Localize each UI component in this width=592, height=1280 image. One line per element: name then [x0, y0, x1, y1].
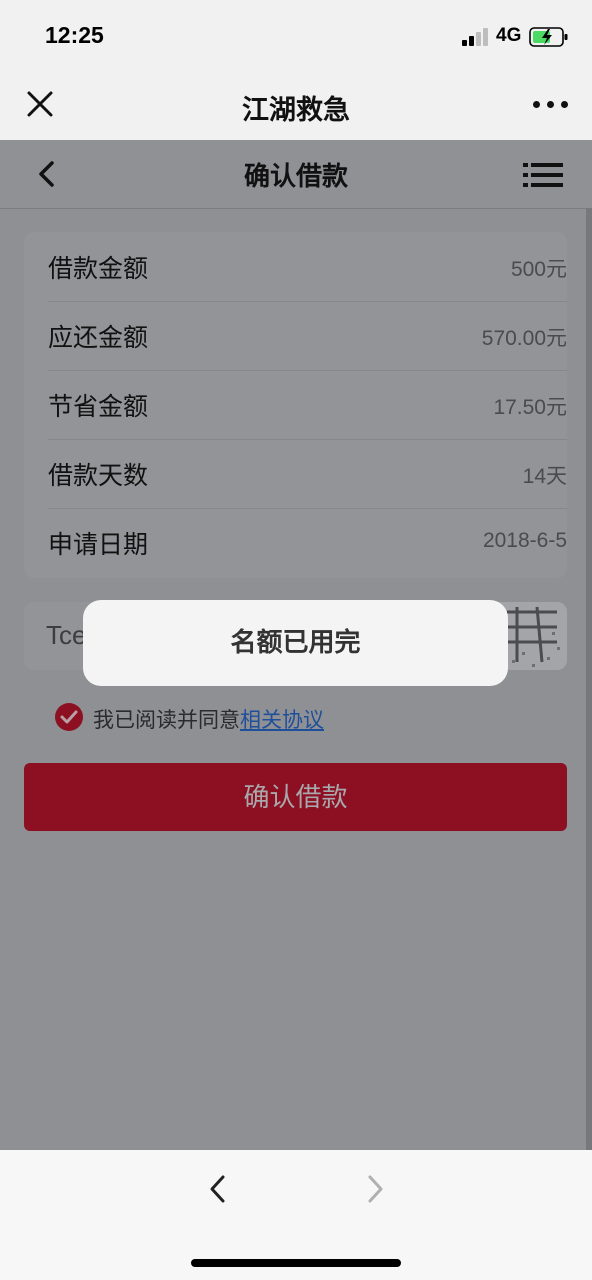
status-bar: 12:25 4G [0, 0, 592, 72]
row-saved-amount: 节省金额 17.50元 [48, 370, 567, 440]
menu-list-icon[interactable] [523, 162, 563, 188]
row-apply-date: 申请日期 2018-6-5 [48, 508, 567, 577]
home-indicator[interactable] [191, 1259, 401, 1267]
row-repay-amount: 应还金额 570.00元 [48, 301, 567, 371]
row-value: 500元 [510, 258, 567, 281]
agreement-text: 我已阅读并同意相关协议 [93, 704, 324, 734]
webview-title: 江湖救急 [242, 95, 350, 126]
nav-back-icon[interactable] [207, 1174, 229, 1204]
checkbox-checked-icon[interactable] [55, 703, 83, 731]
row-value: 2018-6-5 [482, 529, 567, 552]
scrollbar [586, 208, 592, 1150]
row-label: 应还金额 [48, 323, 149, 352]
row-label: 借款金额 [48, 254, 149, 283]
browser-bottom-bar [0, 1150, 592, 1280]
confirm-loan-button[interactable]: 确认借款 [24, 763, 567, 831]
agreement-label: 我已阅读并同意 [93, 708, 240, 732]
row-loan-days: 借款天数 14天 [48, 439, 567, 509]
row-value: 570.00元 [481, 327, 567, 350]
page-title: 确认借款 [243, 162, 348, 192]
row-value: 14天 [522, 465, 567, 488]
status-time: 12:25 [45, 22, 104, 48]
wechat-top-bar: 江湖救急 [0, 72, 592, 140]
agreement-link[interactable]: 相关协议 [240, 708, 324, 732]
signal-icon [462, 28, 490, 46]
more-options-icon[interactable] [533, 101, 569, 109]
row-loan-amount: 借款金额 500元 [48, 232, 567, 302]
toast-message: 名额已用完 [83, 600, 508, 686]
loan-details-card: 借款金额 500元 应还金额 570.00元 节省金额 17.50元 借款天数 … [24, 232, 567, 578]
row-value: 17.50元 [493, 396, 567, 419]
nav-forward-icon[interactable] [364, 1174, 386, 1204]
page-header: 确认借款 [0, 140, 592, 209]
battery-charging-icon [529, 27, 568, 47]
row-label: 申请日期 [48, 530, 149, 559]
row-label: 借款天数 [48, 461, 149, 490]
row-label: 节省金额 [48, 392, 149, 421]
network-type: 4G [496, 25, 522, 46]
